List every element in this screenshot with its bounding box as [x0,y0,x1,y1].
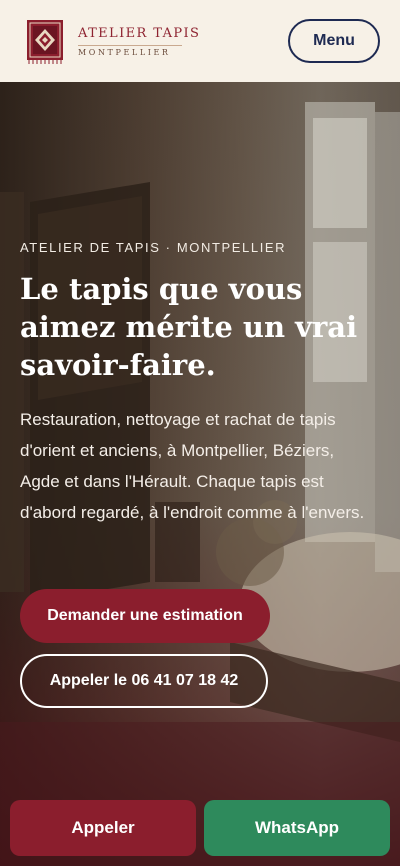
rug-logo-icon[interactable] [26,18,64,64]
site-header: ATELIER TAPIS MONTPELLIER Menu [0,0,400,82]
whatsapp-button[interactable]: WhatsApp [204,800,390,856]
sticky-contact-bar: Appeler WhatsApp [0,796,400,866]
request-estimate-button[interactable]: Demander une estimation [20,589,270,643]
brand-title: ATELIER TAPIS [78,25,201,41]
brand-subtitle: MONTPELLIER [78,44,182,57]
hero-section: ATELIER DE TAPIS · MONTPELLIER Le tapis … [0,82,400,866]
brand-logo[interactable]: ATELIER TAPIS MONTPELLIER [78,26,200,57]
call-phone-button[interactable]: Appeler le 06 41 07 18 42 [20,654,268,708]
menu-button[interactable]: Menu [288,19,380,63]
hero-eyebrow: ATELIER DE TAPIS · MONTPELLIER [20,240,287,255]
hero-intro: Restauration, nettoyage et rachat de tap… [20,410,365,522]
call-button[interactable]: Appeler [10,800,196,856]
hero-headline: Le tapis que vous aimez mérite un vrai s… [20,272,358,382]
